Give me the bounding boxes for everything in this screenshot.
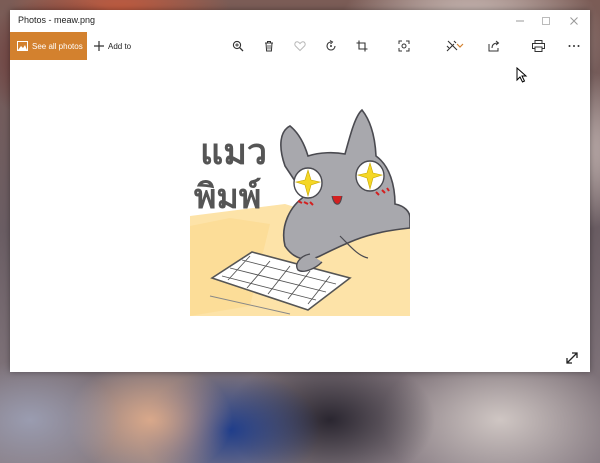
maximize-button[interactable] (532, 10, 560, 32)
toolbar: See all photos Add to (10, 32, 590, 60)
plus-icon (94, 41, 104, 51)
see-all-photos-label: See all photos (32, 41, 83, 51)
share-button[interactable] (484, 36, 504, 56)
enhance-icon (398, 40, 410, 52)
rotate-icon (326, 40, 336, 51)
minimize-button[interactable] (506, 10, 534, 32)
photo-viewer: แมว พิมพ์ (10, 60, 590, 372)
minimize-icon (516, 20, 524, 22)
expand-icon (566, 352, 578, 364)
crop-icon (356, 40, 368, 52)
close-icon (570, 17, 578, 25)
photos-app-window: Photos - meaw.png See all photos Add to (10, 10, 590, 372)
mouse-cursor-icon (516, 67, 528, 83)
crop-button[interactable] (352, 36, 372, 56)
photo-image[interactable]: แมว พิมพ์ (190, 106, 410, 316)
close-button[interactable] (560, 10, 588, 32)
delete-icon (265, 41, 273, 52)
window-title: Photos - meaw.png (18, 15, 96, 25)
edit-dropdown[interactable] (455, 36, 465, 56)
favorite-button[interactable] (290, 36, 310, 56)
maximize-icon (542, 17, 550, 25)
enhance-button[interactable] (394, 36, 414, 56)
handwriting-line-1: แมว (200, 132, 267, 173)
see-all-photos-button[interactable]: See all photos (10, 32, 87, 60)
more-icon (568, 45, 580, 47)
handwriting-line-2: พิมพ์ (194, 177, 261, 217)
more-options-button[interactable] (564, 36, 584, 56)
delete-button[interactable] (259, 36, 279, 56)
photos-icon (17, 41, 28, 51)
share-icon (488, 40, 500, 52)
title-bar: Photos - meaw.png (10, 10, 590, 32)
add-to-button[interactable]: Add to (94, 32, 131, 60)
favorite-icon (294, 41, 306, 52)
zoom-icon (232, 40, 244, 52)
zoom-button[interactable] (228, 36, 248, 56)
fullscreen-button[interactable] (564, 350, 580, 366)
chevron-down-icon (456, 43, 464, 48)
add-to-label: Add to (108, 41, 132, 51)
print-button[interactable] (528, 36, 548, 56)
rotate-button[interactable] (321, 36, 341, 56)
print-icon (531, 40, 545, 52)
handwriting-text: แมว พิมพ์ (194, 132, 267, 217)
